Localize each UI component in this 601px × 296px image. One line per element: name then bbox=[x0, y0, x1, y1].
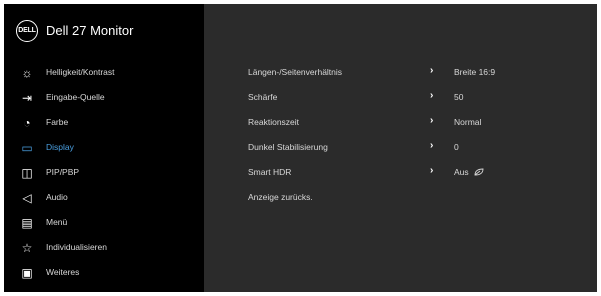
menu-item-label: Eingabe-Quelle bbox=[46, 92, 105, 102]
menu-item-label: Display bbox=[46, 142, 74, 152]
menu-item-color[interactable]: ◔ Farbe bbox=[4, 110, 204, 135]
setting-value: Aus bbox=[454, 167, 484, 177]
setting-value: Normal bbox=[454, 117, 482, 127]
menu-item-audio[interactable]: ◁ Audio bbox=[4, 185, 204, 210]
setting-value-text: Aus bbox=[454, 167, 469, 177]
menu-item-label: Individualisieren bbox=[46, 242, 107, 252]
monitor-title: Dell 27 Monitor bbox=[46, 23, 134, 38]
menu-item-label: Weiteres bbox=[46, 267, 80, 277]
leaf-icon bbox=[474, 168, 484, 176]
dell-logo: DELL bbox=[16, 20, 38, 42]
chevron-right-icon: › bbox=[430, 115, 434, 126]
setting-sharpness[interactable]: Schärfe › 50 bbox=[204, 85, 597, 110]
menu-item-label: PIP/PBP bbox=[46, 167, 80, 177]
menu-item-personalize[interactable]: ☆ Individualisieren bbox=[4, 235, 204, 260]
info-icon: ▣ bbox=[21, 266, 33, 280]
menu-item-display[interactable]: ▭ Display bbox=[4, 135, 204, 160]
setting-label: Längen-/Seitenverhältnis bbox=[248, 67, 343, 77]
setting-reset-display[interactable]: Anzeige zurücks. bbox=[204, 185, 597, 210]
setting-label: Smart HDR bbox=[248, 167, 292, 177]
menu-item-label: Audio bbox=[46, 192, 68, 202]
setting-label: Schärfe bbox=[248, 92, 278, 102]
chevron-right-icon: › bbox=[430, 90, 434, 101]
menu-item-pip-pbp[interactable]: ◫ PIP/PBP bbox=[4, 160, 204, 185]
star-icon: ☆ bbox=[21, 241, 33, 255]
menu-item-menu[interactable]: ▤ Menü bbox=[4, 210, 204, 235]
setting-aspect-ratio[interactable]: Längen-/Seitenverhältnis › Breite 16:9 bbox=[204, 60, 597, 85]
menu-item-label: Farbe bbox=[46, 117, 69, 127]
menu-item-label: Menü bbox=[46, 217, 68, 227]
setting-value: Breite 16:9 bbox=[454, 67, 496, 77]
setting-value: 0 bbox=[454, 142, 459, 152]
setting-label: Reaktionszeit bbox=[248, 117, 300, 127]
chevron-right-icon: › bbox=[430, 165, 434, 176]
speaker-icon: ◁ bbox=[22, 191, 32, 205]
setting-label: Dunkel Stabilisierung bbox=[248, 142, 328, 152]
chevron-right-icon: › bbox=[430, 140, 434, 151]
menu-item-brightness[interactable]: ☼ Helligkeit/Kontrast bbox=[4, 60, 204, 85]
brightness-icon: ☼ bbox=[21, 66, 33, 80]
input-source-icon: ⇥ bbox=[21, 91, 33, 105]
menu-item-label: Helligkeit/Kontrast bbox=[46, 67, 115, 77]
setting-label: Anzeige zurücks. bbox=[248, 192, 313, 202]
setting-value: 50 bbox=[454, 92, 464, 102]
menu-icon: ▤ bbox=[21, 216, 33, 230]
pip-pbp-icon: ◫ bbox=[21, 166, 33, 180]
osd-header: DELL Dell 27 Monitor bbox=[4, 4, 204, 48]
monitor-osd: DELL Dell 27 Monitor ☼ Helligkeit/Kontra… bbox=[4, 4, 597, 292]
menu-item-others[interactable]: ▣ Weiteres bbox=[4, 260, 204, 285]
setting-smart-hdr[interactable]: Smart HDR › Aus bbox=[204, 160, 597, 185]
settings-panel: Längen-/Seitenverhältnis › Breite 16:9 S… bbox=[204, 4, 597, 292]
sidebar: DELL Dell 27 Monitor ☼ Helligkeit/Kontra… bbox=[4, 4, 204, 292]
menu-item-input-source[interactable]: ⇥ Eingabe-Quelle bbox=[4, 85, 204, 110]
setting-dark-stabilizer[interactable]: Dunkel Stabilisierung › 0 bbox=[204, 135, 597, 160]
setting-response-time[interactable]: Reaktionszeit › Normal bbox=[204, 110, 597, 135]
color-palette-icon: ◔ bbox=[23, 116, 31, 130]
display-icon: ▭ bbox=[21, 141, 33, 155]
chevron-right-icon: › bbox=[430, 65, 434, 76]
